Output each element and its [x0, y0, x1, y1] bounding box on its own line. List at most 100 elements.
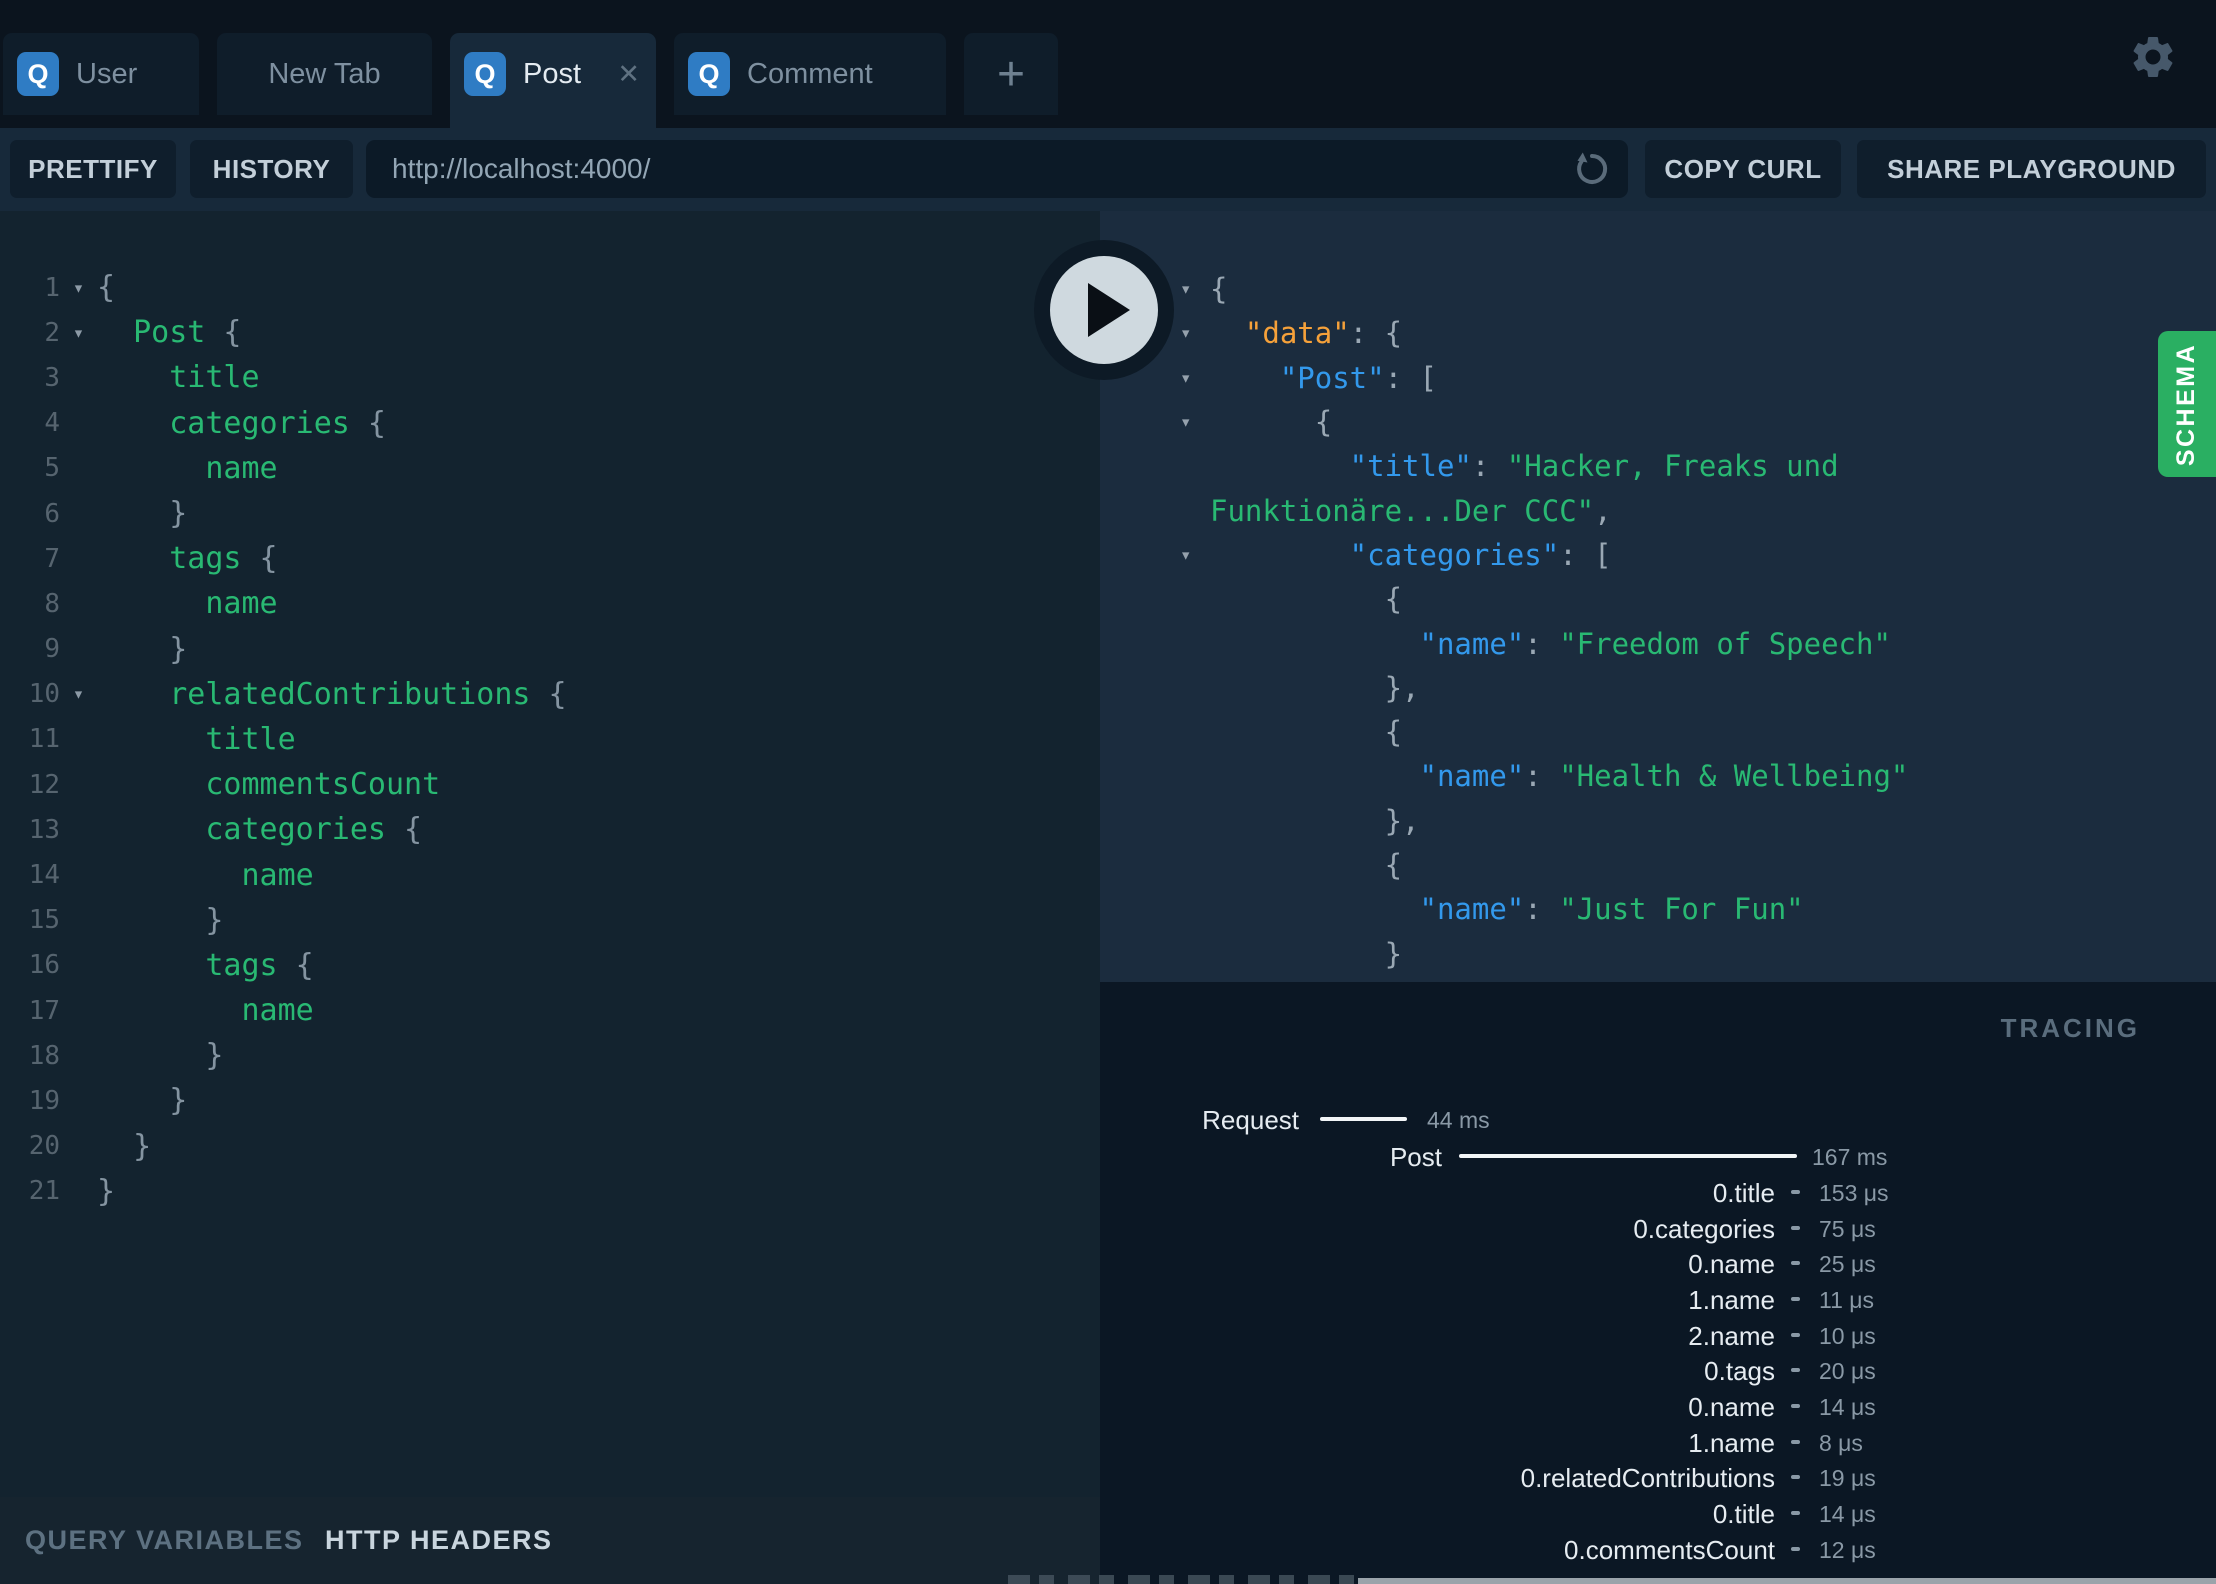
code-text: name — [241, 993, 314, 1029]
code-text: commentsCount — [205, 767, 441, 803]
graphql-playground-window: Q User New Tab Q Post ✕ Q Comment + PRETTIFY HIS… — [0, 0, 2216, 1584]
clipped-text-sliver — [1008, 1575, 1356, 1584]
editor-line: 19} — [0, 1078, 1100, 1123]
tracing-dash-icon — [1791, 1332, 1800, 1337]
response-line: "title": "Hacker, Freaks und — [1100, 444, 2216, 488]
code-text: "title": "Hacker, Freaks und — [1349, 449, 1839, 484]
fold-arrow-icon[interactable]: ▾ — [1180, 322, 1191, 344]
tracing-field-value: 8 μs — [1819, 1429, 1863, 1456]
close-tab-icon[interactable]: ✕ — [617, 60, 640, 88]
tracing-dash-icon — [1791, 1439, 1800, 1444]
tracing-dash-icon — [1791, 1368, 1800, 1373]
schema-side-tab-label: SCHEMA — [2172, 342, 2201, 466]
code-text: { — [1384, 848, 1403, 882]
tracing-field-label: 0.commentsCount — [1564, 1534, 1775, 1565]
tab-comment[interactable]: Q Comment — [674, 33, 946, 115]
response-line: Funktionäre...Der CCC", — [1100, 488, 2216, 532]
fold-arrow-icon[interactable]: ▾ — [60, 277, 97, 299]
tracing-field-label: 1.name — [1688, 1427, 1775, 1458]
tab-strip: Q User New Tab Q Post ✕ Q Comment + — [3, 33, 1058, 128]
code-text: name — [241, 857, 314, 893]
history-button[interactable]: HISTORY — [190, 140, 353, 198]
tracing-field-value: 25 μs — [1819, 1251, 1876, 1278]
editor-line: 8 name — [0, 581, 1100, 626]
editor-line: 1 ▾{ — [0, 265, 1100, 310]
line-number: 18 — [28, 1040, 60, 1071]
tracing-dash-icon — [1791, 1546, 1800, 1551]
line-number: 3 — [44, 362, 60, 393]
tracing-field-label: 0.title — [1712, 1499, 1775, 1530]
tracing-dash-icon — [1791, 1404, 1800, 1409]
code-text: { — [1384, 582, 1403, 617]
line-number: 21 — [28, 1176, 60, 1207]
fold-arrow-icon[interactable]: ▾ — [1180, 411, 1191, 433]
code-text: tags { — [169, 541, 278, 577]
tracing-field-value: 153 μs — [1819, 1180, 1889, 1206]
code-text: } — [169, 1083, 188, 1119]
line-number: 15 — [28, 905, 60, 936]
http-headers-tab[interactable]: HTTP HEADERS — [325, 1525, 553, 1556]
fold-arrow-icon[interactable]: ▾ — [1180, 367, 1191, 389]
tracing-span-value: 167 ms — [1812, 1144, 1888, 1170]
response-line: "name": "Freedom of Speech" — [1100, 621, 2216, 665]
code-text: } — [97, 1173, 116, 1209]
schema-side-tab[interactable]: SCHEMA — [2158, 331, 2216, 477]
fold-arrow-icon[interactable]: ▾ — [60, 683, 97, 705]
code-text: name — [205, 586, 278, 622]
code-text: } — [205, 902, 224, 938]
code-text: } — [133, 1128, 152, 1164]
fold-arrow-icon[interactable]: ▾ — [60, 322, 97, 344]
tab-post[interactable]: Q Post ✕ — [450, 33, 656, 128]
tracing-field-value: 14 μs — [1819, 1394, 1876, 1421]
share-playground-button[interactable]: SHARE PLAYGROUND — [1857, 140, 2206, 198]
new-tab-button[interactable]: + — [964, 33, 1058, 115]
fold-arrow-icon[interactable]: ▾ — [1180, 544, 1191, 566]
tracing-title: TRACING — [2000, 1013, 2140, 1043]
code-text: relatedContributions { — [169, 676, 567, 712]
fold-arrow-icon[interactable]: ▾ — [1180, 278, 1191, 300]
tracing-field-value: 20 μs — [1819, 1358, 1876, 1385]
tracing-field-value: 11 μs — [1819, 1287, 1875, 1314]
code-text: name — [205, 450, 278, 486]
tracing-field-label: 0.relatedContributions — [1520, 1463, 1775, 1494]
code-text: } — [205, 1038, 224, 1074]
editor-line: 16 tags { — [0, 943, 1100, 988]
code-text: "categories": [ — [1349, 537, 1612, 572]
editor-line: 9} — [0, 627, 1100, 672]
query-editor[interactable]: 1 ▾{2 ▾ Post {3 title 4 categories {5 name 6} 7 ta… — [0, 211, 1100, 1497]
tracing-field-label: 0.name — [1688, 1392, 1775, 1423]
query-code: 1 ▾{2 ▾ Post {3 title 4 categories {5 name 6} 7 ta… — [0, 265, 1100, 1214]
settings-gear-icon[interactable] — [2128, 32, 2178, 82]
prettify-button[interactable]: PRETTIFY — [10, 140, 176, 198]
line-number: 19 — [28, 1085, 60, 1116]
execute-query-button[interactable] — [1034, 240, 1174, 380]
response-line: ▾ "data": { — [1100, 311, 2216, 355]
query-variables-tab[interactable]: QUERY VARIABLES — [25, 1525, 304, 1556]
query-badge-icon: Q — [688, 52, 730, 96]
code-text: { — [97, 270, 116, 306]
editor-line: 20} — [0, 1124, 1100, 1169]
horizontal-scrollbar[interactable] — [1358, 1578, 2216, 1584]
tracing-field-label: 0.title — [1712, 1178, 1775, 1208]
tracing-span-bar — [1320, 1117, 1407, 1121]
tracing-field-value: 75 μs — [1819, 1215, 1876, 1242]
line-number: 9 — [44, 634, 60, 665]
tab-user[interactable]: Q User — [3, 33, 199, 115]
code-text: "name": "Just For Fun" — [1419, 892, 1804, 927]
code-text: tags { — [205, 947, 314, 983]
reload-schema-icon[interactable] — [1572, 149, 1612, 189]
tab-new-tab[interactable]: New Tab — [217, 33, 432, 115]
editor-line: 15} — [0, 898, 1100, 943]
tracing-field-label: 0.categories — [1633, 1213, 1775, 1244]
editor-line: 6} — [0, 491, 1100, 536]
editor-line: 5 name — [0, 446, 1100, 491]
response-line: { — [1100, 577, 2216, 621]
query-badge-icon: Q — [464, 52, 506, 96]
code-text: } — [169, 631, 188, 667]
endpoint-url-input[interactable] — [366, 140, 1628, 198]
code-text: title — [205, 721, 296, 757]
endpoint-url-bar — [366, 140, 1628, 198]
line-number: 5 — [44, 453, 60, 484]
copy-curl-button[interactable]: COPY CURL — [1645, 140, 1841, 198]
tracing-panel: TRACING Request 44 ms Post 167 ms 0.title 153… — [1100, 982, 2216, 1584]
